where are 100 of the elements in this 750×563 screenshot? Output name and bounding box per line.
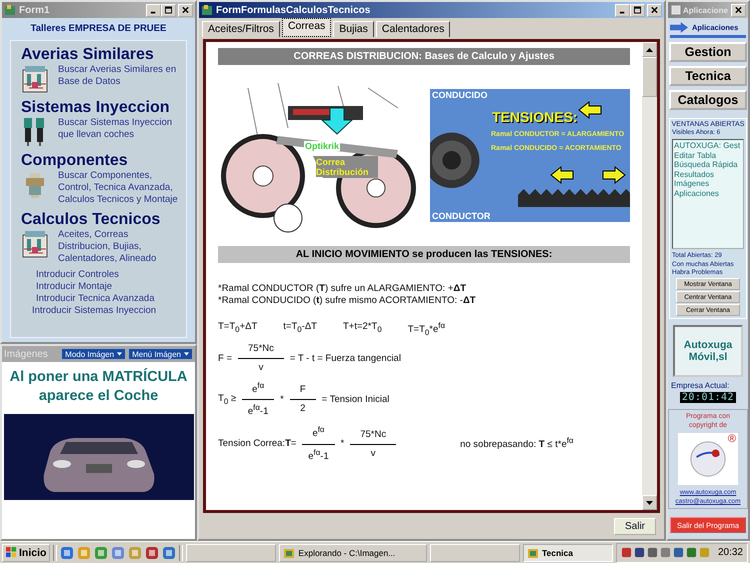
app-icon [526, 546, 539, 558]
launcher-icon[interactable] [162, 546, 176, 560]
close-icon [651, 6, 658, 14]
formula-text: T$_{0}$ ≥ [218, 392, 236, 406]
tray-icon[interactable] [646, 547, 658, 558]
task-button[interactable] [430, 544, 520, 562]
app-icon [283, 546, 296, 558]
menu-link[interactable]: Introducir Montaje [36, 281, 184, 293]
formula-text: = Tension Inicial [322, 394, 390, 405]
right-arrow-icon [602, 166, 626, 184]
window-list-item[interactable]: Búsqueda Rápida [674, 160, 742, 170]
section-description[interactable]: Buscar Sistemas Inyeccion que llevan coches [58, 117, 180, 141]
section-heading[interactable]: Sistemas Inyeccion [21, 98, 184, 117]
denominator: v [258, 361, 264, 374]
menu-link[interactable]: Introducir Sistemas Inyeccion [32, 305, 184, 317]
denominator: e$^{fα}$-1 [308, 446, 329, 462]
caret-icon [184, 352, 189, 356]
section-title: CORREAS DISTRIBUCION: Bases de Calculo y Ajustes [218, 48, 630, 65]
close-button[interactable] [647, 4, 662, 16]
figure-label: CONDUCIDO [432, 90, 488, 100]
window-list-item[interactable]: Aplicaciones [674, 188, 742, 198]
numerator: e$^{fα}$ [242, 381, 274, 400]
section-description[interactable]: Buscar Componentes, Control, Tecnica Avanzada, Calculos Tecnicos y Montaje [58, 170, 180, 206]
denominator: v [370, 446, 376, 459]
start-button[interactable]: Inicio [2, 544, 50, 562]
window-list-item[interactable]: Imágenes [674, 179, 742, 188]
denominator: e$^{fα}$-1 [248, 402, 268, 418]
tray-icon[interactable] [634, 547, 645, 558]
figure-label: CONDUCTOR [432, 211, 490, 221]
caption-text: Al poner una MATRÍCULA aparece el Coche [8, 368, 188, 406]
exit-button[interactable]: Salir [614, 518, 656, 534]
section-title: AL INICIO MOVIMIENTO se producen las TENSIONES: [218, 246, 630, 263]
windows-logo-icon [6, 547, 17, 558]
module-button[interactable]: Gestion [669, 42, 747, 62]
clock: 20:32 [718, 547, 743, 558]
note-text: *Ramal CONDUCTOR (T) sufre un ALARGAMIENTO: +ΔT [218, 283, 468, 295]
formula-text: * [340, 438, 344, 450]
scrollbar-thumb[interactable] [642, 57, 657, 97]
window-list-item[interactable]: Resultados [674, 170, 742, 179]
diagram-label: Optikrik [304, 141, 340, 151]
launcher-icon[interactable] [60, 546, 74, 560]
scroll-down-icon [646, 500, 653, 504]
schematic-icon[interactable] [21, 229, 49, 259]
caret-icon [117, 352, 122, 356]
app-icon [4, 4, 16, 16]
window-list-item[interactable]: AUTOXUGA: Gest [674, 141, 742, 150]
registered-mark: ® [728, 433, 736, 445]
menu-button[interactable]: Menú Imágen [128, 348, 193, 360]
launcher-icon[interactable] [145, 546, 160, 560]
company-name: Talleres EMPRESA DE PRUEE [30, 22, 168, 36]
numerator: 75*Nc [238, 343, 284, 360]
section-description[interactable]: Aceites, Correas Distribucion, Bujias, Calentadores, Alineado [58, 229, 180, 265]
maximize-icon [634, 6, 641, 14]
clock-display: 20:01:42 [680, 392, 736, 403]
tab[interactable]: Bujias [333, 21, 374, 37]
tab[interactable]: Correas [282, 18, 332, 37]
formula-text: Tension Correa:T= [218, 438, 296, 450]
tray-icon[interactable] [672, 547, 684, 558]
figure-heading: TENSIONES: [492, 109, 578, 125]
minimize-button[interactable] [615, 4, 630, 16]
window-title: FormFormulasCalculosTecnicos [216, 4, 372, 16]
section-heading[interactable]: Calculos Tecnicos [21, 210, 184, 229]
task-button[interactable] [186, 544, 276, 562]
launcher-icon[interactable] [94, 546, 108, 560]
window-list-item[interactable]: Editar Tabla [674, 150, 742, 160]
app-icon [670, 4, 682, 16]
note-text: *Ramal CONDUCIDO (t) sufre mismo ACORTAMIENTO: -ΔT [218, 295, 477, 307]
section-heading[interactable]: Averias Similares [21, 45, 184, 64]
formula-text: = T - t = Fuerza tangencial [290, 352, 401, 364]
app-icon [201, 4, 213, 16]
equation: T+t=2*T$_{0}$ [342, 321, 382, 336]
tray-icon[interactable] [686, 547, 697, 558]
formula-text: * [280, 394, 284, 405]
tray-icon[interactable] [620, 547, 632, 558]
menu-link[interactable]: Introducir Controles [36, 269, 184, 281]
window-title: Form1 [19, 4, 51, 16]
denominator: 2 [300, 402, 306, 414]
logo-text: Móvil,sl [688, 351, 728, 363]
numerator: e$^{fα}$ [302, 425, 335, 445]
module-button[interactable]: Catalogos [669, 90, 747, 110]
left-arrow-icon [578, 101, 602, 119]
section-description[interactable]: Buscar Averias Similares en Base de Datos [58, 64, 180, 88]
maximize-button[interactable] [630, 4, 645, 16]
launcher-icon[interactable] [111, 546, 126, 560]
close-icon [182, 6, 189, 14]
menu-link[interactable]: Introducir Tecnica Avanzada [36, 293, 184, 305]
tab[interactable]: Aceites/Filtros [202, 21, 280, 37]
window-title: Aplicacione [683, 6, 729, 14]
formula-text: no sobrepasando: T ≤ t*e$^{fα}$ [460, 436, 574, 451]
equation: T=T$_{0}$*e$^{fα}$ [408, 321, 446, 338]
section-heading[interactable]: Componentes [21, 151, 184, 170]
tab[interactable]: Calentadores [376, 21, 450, 37]
schematic-icon[interactable] [21, 64, 49, 94]
company-label: Empresa Actual: [671, 381, 730, 390]
task-button[interactable]: Explorando - C:\Imagen... [279, 544, 427, 562]
scrollbar[interactable] [642, 42, 657, 510]
scroll-up-icon [646, 48, 653, 52]
module-button[interactable]: Tecnica [669, 66, 747, 86]
menu-button[interactable]: Modo Imágen [61, 348, 126, 360]
task-button[interactable]: Tecnica [522, 544, 613, 562]
